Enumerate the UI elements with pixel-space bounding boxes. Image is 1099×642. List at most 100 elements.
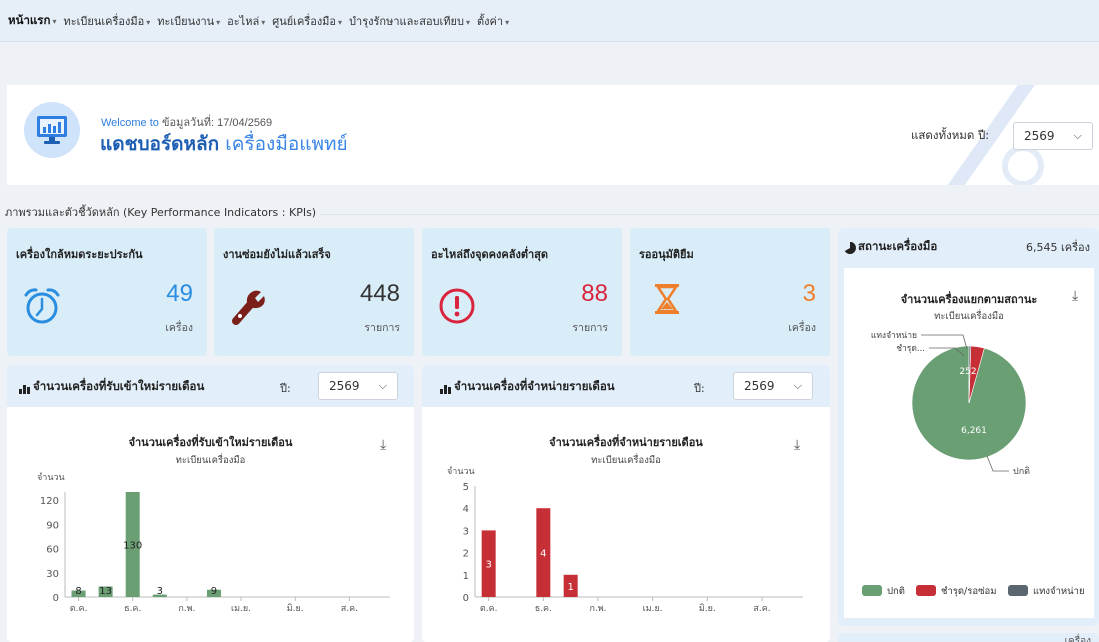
data-label: 3 bbox=[157, 586, 163, 597]
caret-down-icon: ▾ bbox=[505, 17, 510, 27]
nav-item-settings[interactable]: ตั้งค่า ▾ bbox=[477, 12, 509, 30]
kpi-title: เครื่องใกล้หมดระยะประกัน bbox=[16, 248, 143, 261]
y-tick-label: 0 bbox=[53, 593, 59, 604]
nav-item-home[interactable]: หน้าแรก ▾ bbox=[8, 12, 56, 30]
data-label: 8 bbox=[75, 586, 81, 597]
y-tick-label: 2 bbox=[463, 549, 469, 560]
kpi-value: 49 bbox=[166, 280, 193, 307]
alert-circle-icon bbox=[436, 285, 478, 327]
nav-item-equipment-center[interactable]: ศูนย์เครื่องมือ ▾ bbox=[272, 12, 342, 30]
nav-label: ตั้งค่า bbox=[477, 14, 504, 28]
nav-label: ศูนย์เครื่องมือ bbox=[272, 14, 337, 28]
year-filter-label: แสดงทั้งหมด ปี: bbox=[911, 128, 990, 142]
data-label: 3 bbox=[485, 560, 491, 571]
caret-down-icon: ▾ bbox=[261, 17, 266, 27]
kpi-card-warranty-expiring[interactable]: เครื่องใกล้หมดระยะประกัน 49 เครื่อง bbox=[7, 228, 207, 356]
hourglass-icon bbox=[650, 282, 692, 324]
x-tick-label: ส.ค. bbox=[753, 604, 770, 614]
kpi-card-repairs-open[interactable]: งานซ่อมยังไม่แล้วเสร็จ 448 รายการ bbox=[214, 228, 414, 356]
kpi-value: 88 bbox=[581, 280, 608, 307]
kpi-card-parts-low-stock[interactable]: อะไหล่ถึงจุดคงคลังต่ำสุด 88 รายการ bbox=[422, 228, 622, 356]
kpi-title: งานซ่อมยังไม่แล้วเสร็จ bbox=[223, 248, 331, 261]
divider bbox=[320, 214, 1099, 215]
disposed-bar-chart: จำนวน 0 1 2 3 4 5 ต.ค. 3 ธ.ค. 4 1 ก.พ. เม.ย. มิ.ย. ส.ค. bbox=[447, 466, 803, 614]
monitor-chart-icon bbox=[24, 102, 80, 158]
x-tick-label: ต.ค. bbox=[70, 604, 88, 614]
slice-label: ชำรุด... bbox=[896, 344, 925, 354]
page-title-main: แดชบอร์ดหลัก bbox=[100, 133, 220, 155]
x-tick-label: เม.ย. bbox=[643, 604, 663, 614]
kpi-title: รออนุมัติยืม bbox=[639, 248, 694, 261]
data-label: 1 bbox=[567, 582, 573, 593]
year-filter-select[interactable]: 2569 ⌵ bbox=[1013, 122, 1093, 150]
legend-label: ปกติ bbox=[887, 586, 905, 597]
panel-header bbox=[838, 633, 1099, 642]
slice-label: ปกติ bbox=[1013, 466, 1030, 477]
y-tick-label: 60 bbox=[46, 545, 59, 556]
kpi-title: อะไหล่ถึงจุดคงคลังต่ำสุด bbox=[431, 248, 549, 261]
x-tick-label: มิ.ย. bbox=[287, 603, 304, 614]
disposed-monthly-panel: จำนวนเครื่องที่จำหน่ายรายเดือน ปี: 2569 … bbox=[422, 365, 830, 642]
kpi-unit: รายการ bbox=[364, 322, 400, 334]
nav-item-work-registry[interactable]: ทะเบียนงาน ▾ bbox=[157, 12, 220, 30]
year-filter-value: 2569 bbox=[1024, 129, 1055, 143]
welcome-panel: Welcome to ข้อมูลวันที่: 17/04/2569 แดชบ… bbox=[7, 85, 1099, 185]
caret-down-icon: ▾ bbox=[465, 17, 470, 27]
alarm-clock-icon bbox=[21, 285, 63, 327]
kpi-section-heading: ภาพรวมและตัวชี้วัดหลัก (Key Performance … bbox=[5, 206, 317, 219]
kpi-unit: เครื่อง bbox=[165, 322, 193, 334]
nav-label: หน้าแรก bbox=[8, 12, 51, 27]
received-monthly-panel: จำนวนเครื่องที่รับเข้าใหม่รายเดือน ปี: 2… bbox=[7, 365, 414, 642]
y-tick-label: 4 bbox=[463, 504, 469, 515]
x-tick-label: ต.ค. bbox=[480, 604, 498, 614]
kpi-unit: รายการ bbox=[572, 322, 608, 334]
nav-item-equipment-registry[interactable]: ทะเบียนเครื่องมือ ▾ bbox=[63, 12, 150, 30]
data-label: 130 bbox=[123, 541, 142, 552]
data-label: 4 bbox=[540, 549, 546, 560]
data-label: 252 bbox=[959, 367, 976, 377]
y-axis-label: จำนวน bbox=[447, 466, 475, 477]
x-tick-label: ธ.ค. bbox=[535, 604, 552, 614]
caret-down-icon: ▾ bbox=[216, 17, 221, 27]
welcome-text: Welcome to bbox=[101, 117, 159, 129]
page-title-sub: เครื่องมือแพทย์ bbox=[225, 133, 348, 155]
x-tick-label: ก.พ. bbox=[589, 604, 606, 614]
y-tick-label: 0 bbox=[463, 593, 469, 604]
leader-line bbox=[986, 455, 1009, 472]
data-label: 13 bbox=[99, 586, 112, 597]
page-title: แดชบอร์ดหลัก เครื่องมือแพทย์ bbox=[100, 129, 348, 159]
kpi-unit: เครื่อง bbox=[788, 322, 816, 334]
nav-label: อะไหล่ bbox=[227, 14, 260, 28]
legend-label: ชำรุด/รอซ่อม bbox=[941, 586, 996, 597]
kpi-value: 3 bbox=[802, 280, 816, 307]
equipment-status-panel: สถานะเครื่องมือ 6,545 เครื่อง จำนวนเครื่… bbox=[838, 228, 1099, 626]
nav-item-spare-parts[interactable]: อะไหล่ ▾ bbox=[227, 12, 265, 30]
y-tick-label: 30 bbox=[46, 569, 59, 580]
top-nav: หน้าแรก ▾ ทะเบียนเครื่องมือ ▾ ทะเบียนงาน ▾ … bbox=[0, 0, 1099, 42]
partial-panel: เครื่อง bbox=[838, 633, 1099, 642]
data-label: 9 bbox=[211, 586, 217, 597]
y-tick-label: 3 bbox=[463, 526, 469, 537]
chevron-down-icon: ⌵ bbox=[1073, 129, 1082, 142]
x-tick-label: ธ.ค. bbox=[124, 604, 141, 614]
y-axis-label: จำนวน bbox=[37, 472, 65, 483]
x-tick-label: ส.ค. bbox=[341, 604, 358, 614]
nav-label: บำรุงรักษาและสอบเทียบ bbox=[349, 14, 464, 28]
decorative-ring bbox=[1002, 145, 1044, 185]
kpi-value: 448 bbox=[359, 280, 400, 307]
received-bar-chart: จำนวน 0 30 60 90 120 ต.ค. 8 13 ธ.ค. 130 3 ก.พ. 9 เม.ย.… bbox=[37, 472, 390, 614]
x-tick-label: เม.ย. bbox=[231, 604, 251, 614]
caret-down-icon: ▾ bbox=[338, 17, 343, 27]
wrench-icon bbox=[228, 285, 270, 327]
data-label: 6,261 bbox=[961, 426, 987, 436]
nav-label: ทะเบียนเครื่องมือ bbox=[63, 14, 145, 28]
nav-item-maintenance[interactable]: บำรุงรักษาและสอบเทียบ ▾ bbox=[349, 12, 470, 30]
caret-down-icon: ▾ bbox=[52, 16, 57, 26]
y-tick-label: 120 bbox=[40, 496, 59, 507]
kpi-card-borrow-pending[interactable]: รออนุมัติยืม 3 เครื่อง bbox=[630, 228, 830, 356]
x-tick-label: มิ.ย. bbox=[699, 603, 716, 614]
nav-label: ทะเบียนงาน bbox=[157, 14, 215, 28]
y-tick-label: 90 bbox=[46, 520, 59, 531]
slice-label: แทงจำหน่าย bbox=[871, 331, 917, 341]
legend-swatch bbox=[1008, 585, 1028, 596]
